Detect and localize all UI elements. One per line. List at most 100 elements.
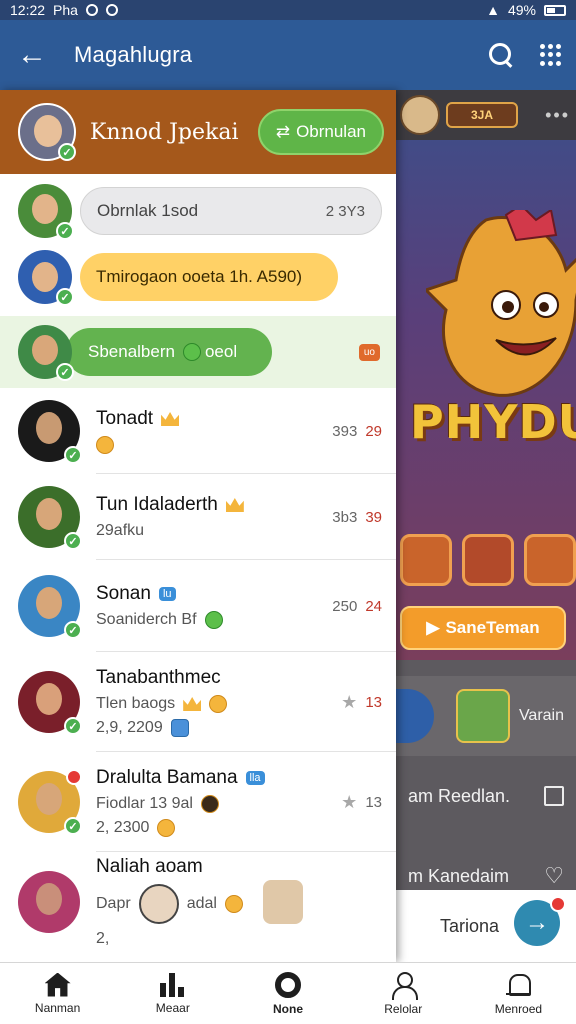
nav-label: None: [273, 1001, 303, 1016]
follow-button[interactable]: ⇄ Obrnulan: [257, 109, 384, 155]
contact-name: Naliah aoam: [96, 856, 203, 877]
verified-check-icon: ✓: [64, 817, 82, 835]
nav-item-home[interactable]: Nanman: [0, 963, 115, 1024]
avatar: ✓: [18, 325, 74, 381]
nav-item-center[interactable]: None: [230, 963, 345, 1024]
star-icon[interactable]: ★: [341, 692, 357, 713]
game-banner[interactable]: 3JA ••• PHYDU ▶ SaneTeman: [396, 90, 576, 660]
right-list-label: am Reedlan.: [408, 785, 511, 806]
avatar: ✓: [18, 486, 82, 550]
follow-icon: ⇄: [275, 122, 291, 141]
game-tile[interactable]: [462, 534, 514, 586]
name-badge: lla: [245, 771, 265, 785]
verified-check-icon: ✓: [64, 621, 82, 639]
status-tag: uo: [358, 343, 380, 361]
contact-row[interactable]: ✓ Sonan lu Soaniderch Bf 250 24: [0, 560, 396, 652]
contact-row[interactable]: ✓ Dralulta Bamana lla Fiodlar 13 9al 2, 2…: [0, 752, 396, 852]
emoji-icon: [224, 895, 243, 913]
nav-item-stats[interactable]: Meaar: [115, 963, 230, 1024]
contact-count: 13: [365, 793, 382, 811]
game-play-label: SaneTeman: [445, 618, 540, 637]
game-tile[interactable]: [524, 534, 576, 586]
message-text: Obrnlak 1sod: [97, 201, 199, 220]
nav-item-notifications[interactable]: Menroed: [461, 963, 576, 1024]
sticker-avatar: [262, 880, 303, 924]
apps-grid-icon[interactable]: [540, 44, 562, 66]
contact-meta: 250: [332, 597, 358, 615]
nav-label: Meaar: [155, 1000, 190, 1015]
sync-icon: [105, 4, 118, 16]
message-meta: oeol: [204, 342, 238, 361]
battery-icon: [544, 4, 566, 16]
contact-count: 24: [365, 597, 382, 615]
right-list-label: Varain: [518, 707, 564, 724]
follow-button-label: Obrnulan: [296, 122, 366, 141]
contact-row[interactable]: ✓ Tun Idaladerth 29afku 3b3 39: [0, 474, 396, 560]
contact-row[interactable]: Naliah aoam Dapr adal 2,: [0, 852, 396, 952]
contact-subtitle: Dapr: [96, 895, 131, 912]
status-time: 12:22: [10, 2, 46, 18]
right-list-item[interactable]: Varain: [396, 676, 576, 756]
avatar: ✓: [18, 769, 82, 835]
game-character-illustration: [426, 210, 576, 397]
list-item-highlighted[interactable]: ✓ Sbenalbern oeol uo: [0, 316, 396, 388]
avatar: ✓: [18, 400, 82, 464]
game-avatar: [400, 95, 440, 135]
star-icon[interactable]: ★: [341, 792, 357, 813]
contact-name: Tun Idaladerth: [96, 494, 218, 515]
emoji-icon: [170, 719, 189, 737]
message-pill[interactable]: Tmirogaon ooeta 1h. A590): [80, 253, 338, 301]
contact-meta: 393: [332, 422, 358, 440]
more-options-icon[interactable]: •••: [545, 105, 570, 126]
game-tile[interactable]: [400, 534, 452, 586]
notification-icon: [85, 4, 98, 16]
verified-check-icon: ✓: [58, 143, 76, 161]
emoji-icon: [209, 695, 228, 713]
message-pill[interactable]: Sbenalbern oeol: [66, 328, 272, 376]
heart-icon[interactable]: ♡: [544, 863, 564, 889]
user-icon: [390, 971, 419, 1000]
sticker-avatar: [138, 884, 179, 924]
contact-subtitle: 29afku: [96, 522, 145, 539]
right-list-label: Tariona: [440, 915, 500, 936]
avatar: ✓: [18, 671, 82, 735]
status-bar: 12:22 Pha ▲ 49%: [0, 0, 576, 20]
fab-notification-badge: [550, 896, 566, 912]
message-pill[interactable]: Obrnlak 1sod 2 3Y3: [80, 187, 382, 235]
contact-subtitle: Fiodlar 13 9al: [96, 795, 193, 812]
contact-subtitle-2: 2,9, 2209: [96, 719, 163, 736]
emoji-icon: [204, 611, 223, 629]
list-item[interactable]: ✓ Tmirogaon ooeta 1h. A590): [0, 246, 396, 308]
emoji-icon: [200, 795, 219, 813]
game-play-button[interactable]: ▶ SaneTeman: [400, 606, 566, 650]
contact-count: 29: [365, 422, 382, 440]
contact-name: Dralulta Bamana: [96, 767, 238, 788]
contact-subtitle-2: 2, 2300: [96, 819, 150, 836]
play-icon: ▶: [426, 618, 440, 637]
game-logo-text: PHYDU: [410, 395, 576, 449]
message-meta: 2 3Y3: [325, 202, 365, 220]
checkbox-icon[interactable]: [544, 786, 564, 806]
emoji-icon: [96, 436, 114, 454]
contact-count: 39: [365, 508, 382, 526]
contact-name: Tonadt: [96, 408, 154, 429]
avatar: ✓: [18, 184, 74, 240]
contact-subtitle: Soaniderch Bf: [96, 611, 197, 628]
profile-avatar[interactable]: ✓: [18, 103, 76, 161]
list-item[interactable]: ✓ Obrnlak 1sod 2 3Y3: [0, 180, 396, 242]
nav-label: Nanman: [34, 1000, 81, 1015]
contact-row[interactable]: ✓ Tonadt 393 29: [0, 388, 396, 474]
right-list-item[interactable]: Tariona →: [396, 890, 576, 962]
right-list-item[interactable]: am Reedlan.: [396, 756, 576, 836]
nav-item-profile[interactable]: Relolar: [346, 963, 461, 1024]
emoji-icon: [157, 819, 176, 837]
avatar: ✓: [18, 250, 74, 306]
contact-subtitle-trail: adal: [186, 895, 217, 912]
contact-row[interactable]: ✓ Tanabanthmec Tlen baogs 2,9, 2209 ★ 13: [0, 652, 396, 752]
search-icon[interactable]: [488, 42, 514, 68]
crown-icon: [161, 412, 180, 426]
verified-check-icon: ✓: [56, 288, 74, 306]
crown-icon: [225, 498, 244, 512]
back-arrow-icon[interactable]: ←: [14, 38, 50, 72]
name-badge: lu: [158, 587, 176, 601]
